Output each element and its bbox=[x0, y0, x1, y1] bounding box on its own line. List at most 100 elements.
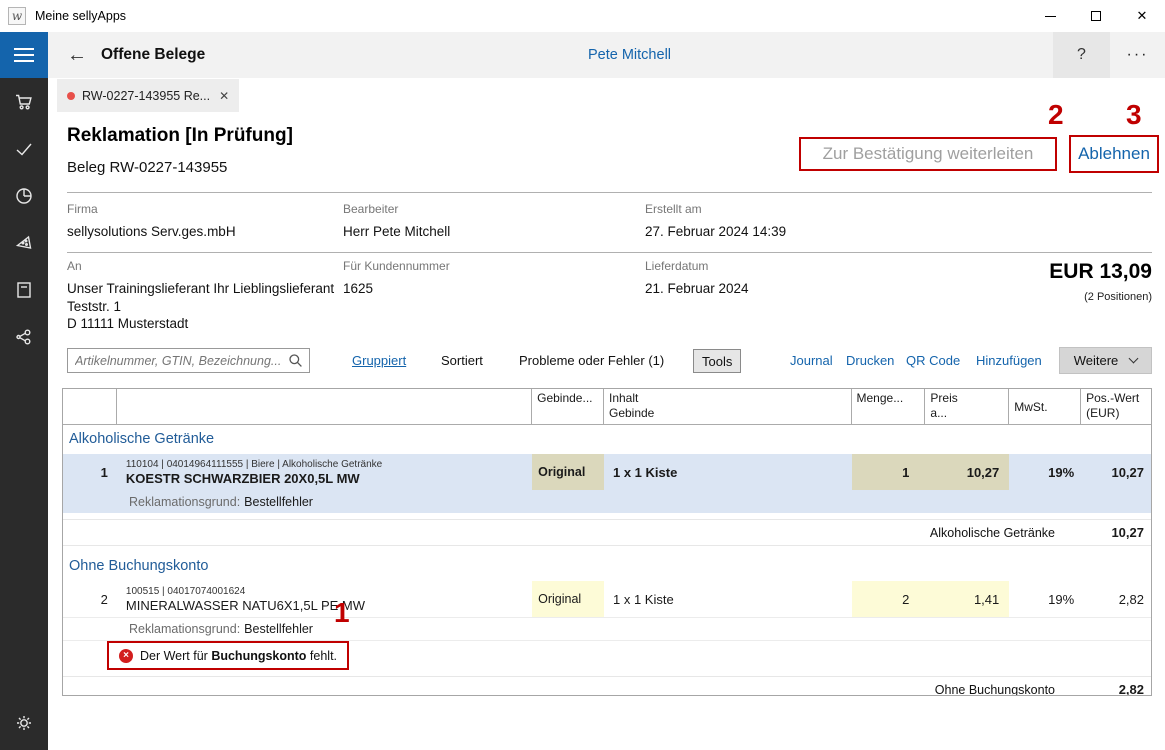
tab-document[interactable]: RW-0227-143955 Re... ✕ bbox=[57, 79, 239, 112]
group-header[interactable]: Alkoholische Getränke bbox=[63, 425, 1151, 454]
col-menge[interactable]: Menge... bbox=[852, 389, 926, 424]
col-description bbox=[117, 389, 532, 424]
search-input[interactable] bbox=[68, 354, 288, 368]
hinzufuegen-link[interactable]: Hinzufügen bbox=[976, 353, 1042, 368]
table-row[interactable]: 1 110104 | 04014964111555 | Biere | Alko… bbox=[63, 454, 1151, 490]
more-button[interactable]: ··· bbox=[1110, 32, 1165, 78]
cart-icon bbox=[13, 91, 35, 113]
article-meta: 100515 | 04017074001624 bbox=[126, 586, 245, 598]
total-positions: (2 Positionen) bbox=[1049, 291, 1152, 303]
weitere-dropdown[interactable]: Weitere bbox=[1059, 347, 1152, 374]
col-inhalt-gebinde[interactable]: InhaltGebinde bbox=[604, 389, 852, 424]
sidebar-item-reports[interactable] bbox=[0, 172, 48, 219]
gruppiert-toggle[interactable]: Gruppiert bbox=[352, 353, 406, 368]
book-icon bbox=[13, 279, 35, 301]
cell-preis[interactable]: 1,41 bbox=[925, 581, 1009, 617]
journal-link[interactable]: Journal bbox=[790, 353, 833, 368]
page-title: Offene Belege bbox=[101, 32, 205, 78]
tools-button[interactable]: Tools bbox=[693, 349, 741, 373]
reason-value: Bestellfehler bbox=[244, 622, 313, 636]
reklamationsgrund-row: Reklamationsgrund: Bestellfehler bbox=[63, 490, 1151, 513]
check-icon bbox=[13, 138, 35, 160]
row-description: 110104 | 04014964111555 | Biere | Alkoho… bbox=[117, 454, 532, 490]
reject-button[interactable]: Ablehnen bbox=[1078, 144, 1150, 164]
qr-code-link[interactable]: QR Code bbox=[906, 353, 960, 368]
titlebar: w Meine sellyApps ✕ bbox=[0, 0, 1165, 32]
col-preis[interactable]: Preisa... bbox=[925, 389, 1009, 424]
annotation-number-2: 2 bbox=[1048, 99, 1064, 131]
sortiert-toggle[interactable]: Sortiert bbox=[441, 353, 483, 368]
sidebar-item-catalog[interactable] bbox=[0, 266, 48, 313]
cell-gebinde[interactable]: Original bbox=[532, 581, 604, 617]
menu-button[interactable] bbox=[0, 32, 48, 78]
field-lieferdatum: Lieferdatum 21. Februar 2024 bbox=[645, 259, 749, 298]
row-description: 100515 | 04017074001624 MINERALWASSER NA… bbox=[117, 581, 532, 617]
search-box bbox=[67, 348, 310, 373]
more-icon: ··· bbox=[1127, 46, 1149, 64]
close-button[interactable]: ✕ bbox=[1119, 0, 1165, 32]
sidebar-item-tasks[interactable] bbox=[0, 125, 48, 172]
minimize-button[interactable] bbox=[1027, 0, 1073, 32]
document-title: Reklamation [In Prüfung] bbox=[67, 125, 293, 147]
article-name: KOESTR SCHWARZBIER 20X0,5L MW bbox=[126, 471, 360, 486]
annotation-box-forward: Zur Bestätigung weiterleiten bbox=[799, 137, 1057, 171]
sidebar-item-cart[interactable] bbox=[0, 78, 48, 125]
share-icon bbox=[13, 326, 35, 348]
sidebar-item-share[interactable] bbox=[0, 313, 48, 360]
table-row[interactable]: 2 100515 | 04017074001624 MINERALWASSER … bbox=[63, 581, 1151, 617]
help-icon: ? bbox=[1077, 46, 1086, 64]
error-annotation-box: × Der Wert für Buchungskonto fehlt. bbox=[107, 641, 349, 670]
app-logo-icon: w bbox=[8, 7, 26, 25]
row-number: 1 bbox=[63, 454, 117, 490]
article-name: MINERALWASSER NATU6X1,5L PE MW bbox=[126, 598, 365, 613]
subtotal-value: 2,82 bbox=[1085, 682, 1151, 696]
field-value: 1625 bbox=[343, 280, 450, 298]
tab-bar: RW-0227-143955 Re... ✕ bbox=[48, 78, 1165, 112]
col-pos-wert[interactable]: Pos.-Wert(EUR) bbox=[1081, 389, 1151, 424]
field-value: sellysolutions Serv.ges.mbH bbox=[67, 223, 236, 241]
reason-value: Bestellfehler bbox=[244, 495, 313, 509]
field-value: 21. Februar 2024 bbox=[645, 280, 749, 298]
total-amount: EUR 13,09 bbox=[1049, 260, 1152, 284]
col-rownum bbox=[63, 389, 117, 424]
user-link[interactable]: Pete Mitchell bbox=[588, 32, 671, 78]
reason-label: Reklamationsgrund: bbox=[129, 622, 240, 636]
maximize-button[interactable] bbox=[1073, 0, 1119, 32]
drucken-link[interactable]: Drucken bbox=[846, 353, 894, 368]
col-gebinde[interactable]: Gebinde... bbox=[532, 389, 604, 424]
probleme-filter[interactable]: Probleme oder Fehler (1) bbox=[519, 353, 664, 368]
tab-label: RW-0227-143955 Re... bbox=[82, 89, 210, 103]
sidebar-item-settings[interactable] bbox=[0, 699, 48, 746]
cell-preis[interactable]: 10,27 bbox=[925, 454, 1009, 490]
tab-close-icon[interactable]: ✕ bbox=[219, 89, 229, 103]
cell-gebinde[interactable]: Original bbox=[532, 454, 604, 490]
cell-mwst: 19% bbox=[1009, 581, 1081, 617]
search-icon[interactable] bbox=[288, 353, 303, 368]
cell-menge[interactable]: 1 bbox=[852, 454, 926, 490]
forward-button[interactable]: Zur Bestätigung weiterleiten bbox=[823, 144, 1034, 164]
article-meta: 110104 | 04014964111555 | Biere | Alkoho… bbox=[126, 459, 382, 471]
field-firma: Firma sellysolutions Serv.ges.mbH bbox=[67, 202, 236, 241]
field-label: Firma bbox=[67, 202, 236, 216]
gear-icon bbox=[13, 712, 35, 734]
address-line: Unser Trainingslieferant Ihr Lieblingsli… bbox=[67, 280, 334, 298]
document-number: Beleg RW-0227-143955 bbox=[67, 159, 227, 176]
field-kundennummer: Für Kundennummer 1625 bbox=[343, 259, 450, 298]
tag-icon bbox=[13, 232, 35, 254]
cell-menge[interactable]: 2 bbox=[852, 581, 926, 617]
header-bar: ← Offene Belege Pete Mitchell ? ··· bbox=[0, 32, 1165, 78]
maximize-icon bbox=[1091, 11, 1101, 21]
annotation-number-3: 3 bbox=[1126, 99, 1142, 131]
help-button[interactable]: ? bbox=[1053, 32, 1110, 78]
table-header-row: Gebinde... InhaltGebinde Menge... Preisa… bbox=[63, 389, 1151, 425]
pie-chart-icon bbox=[13, 185, 35, 207]
row-number: 2 bbox=[63, 581, 117, 617]
positions-table: Gebinde... InhaltGebinde Menge... Preisa… bbox=[62, 388, 1152, 696]
field-erstellt-am: Erstellt am 27. Februar 2024 14:39 bbox=[645, 202, 786, 241]
app-window: w Meine sellyApps ✕ ← Offene Belege Pete… bbox=[0, 0, 1165, 750]
document-total: EUR 13,09 (2 Positionen) bbox=[1049, 260, 1152, 303]
back-button[interactable]: ← bbox=[60, 32, 94, 78]
sidebar-item-offers[interactable] bbox=[0, 219, 48, 266]
group-header[interactable]: Ohne Buchungskonto bbox=[63, 552, 1151, 581]
col-mwst[interactable]: MwSt. bbox=[1009, 389, 1081, 424]
